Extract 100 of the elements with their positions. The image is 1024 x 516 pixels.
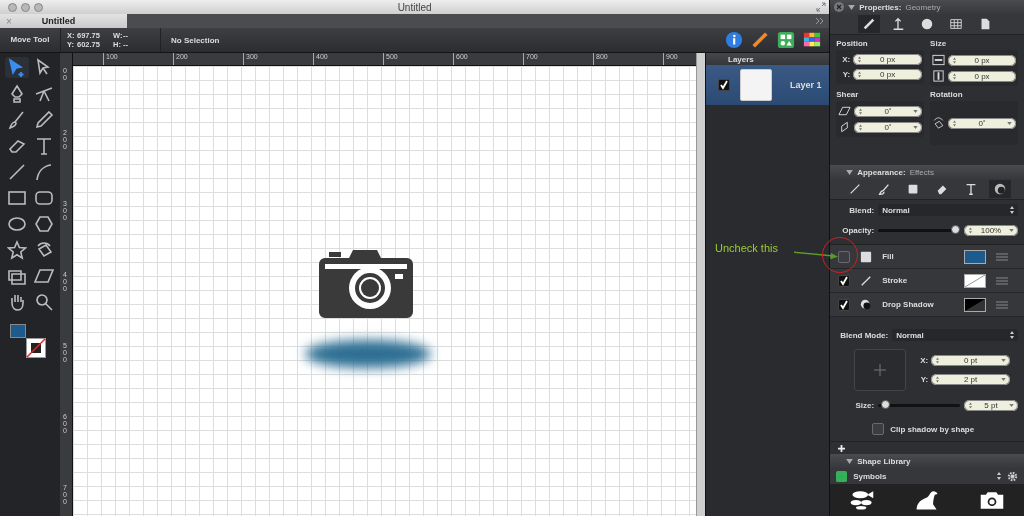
- blend-label: Blend:: [848, 205, 875, 215]
- document-tab[interactable]: × Untitled: [0, 14, 127, 28]
- effect-name: Drop Shadow: [882, 300, 935, 309]
- effect-color-swatch[interactable]: [964, 273, 986, 288]
- section-title: Shape Library: [857, 456, 911, 466]
- settings-icon[interactable]: [1007, 470, 1018, 482]
- fullscreen-icon[interactable]: [816, 2, 827, 12]
- layer-name: Layer 1: [790, 80, 822, 90]
- fill-color-swatch[interactable]: [10, 324, 26, 338]
- stepper-icon[interactable]: [997, 472, 1001, 480]
- offset-y-label: Y:: [919, 375, 929, 384]
- slider-thumb[interactable]: [950, 224, 960, 234]
- x-field[interactable]: 0 px: [853, 54, 923, 65]
- add-pointer-icon[interactable]: [4, 57, 29, 78]
- layer-thumbnail: [740, 69, 772, 101]
- size-label: Size: [930, 39, 948, 48]
- section-subtitle: Effects: [909, 167, 934, 177]
- camera-icon[interactable]: [978, 490, 1005, 510]
- shear-label: Shear: [836, 90, 860, 99]
- scroll-bar[interactable]: [696, 53, 705, 516]
- stroke-color-swatch[interactable]: [26, 338, 46, 358]
- horizontal-shear-icon: [838, 105, 852, 117]
- drag-handle-icon[interactable]: [996, 252, 1008, 261]
- slider-thumb[interactable]: [881, 399, 891, 409]
- tab-title: Untitled: [41, 16, 76, 26]
- rotation-label: Rotation: [930, 90, 964, 99]
- close-panel-button[interactable]: [834, 2, 845, 12]
- effect-checkbox[interactable]: [838, 250, 851, 263]
- window-title: Untitled: [397, 1, 432, 13]
- drawing-canvas[interactable]: [73, 66, 696, 516]
- layer-visibility-checkbox[interactable]: [718, 79, 730, 91]
- annotation-arrow: [794, 249, 838, 259]
- sphere-tab-icon[interactable]: [988, 180, 1011, 198]
- caret-icon[interactable]: [1001, 359, 1006, 362]
- slash-icon: [860, 274, 873, 287]
- rotation-field[interactable]: 0˚: [948, 117, 1016, 129]
- caret-icon[interactable]: [913, 125, 919, 129]
- size-label: Size:: [854, 400, 875, 410]
- effect-color-swatch[interactable]: [964, 249, 986, 264]
- effect-row[interactable]: Stroke: [830, 269, 1024, 293]
- opacity-label: Opacity:: [841, 225, 875, 235]
- caret-icon[interactable]: [1009, 403, 1014, 407]
- effect-checkbox[interactable]: [838, 274, 851, 287]
- current-tool-label: Move Tool: [0, 28, 61, 52]
- height-field[interactable]: 0 px: [948, 70, 1016, 82]
- opacity-field[interactable]: 100%: [964, 224, 1018, 236]
- fish-icon[interactable]: [849, 490, 876, 510]
- opacity-slider[interactable]: [878, 228, 960, 232]
- star-icon[interactable]: [4, 239, 29, 260]
- ruler-icon[interactable]: [751, 31, 770, 49]
- caret-icon[interactable]: [1007, 121, 1012, 125]
- add-icon[interactable]: [838, 444, 846, 452]
- collapse-triangle-icon[interactable]: [846, 169, 854, 175]
- offset-x-field[interactable]: 0 pt: [931, 355, 1010, 366]
- clip-checkbox[interactable]: [872, 423, 885, 435]
- caret-icon[interactable]: [913, 109, 919, 113]
- info-icon[interactable]: [725, 31, 744, 49]
- x-label: X:: [841, 55, 851, 64]
- width-icon: [932, 54, 946, 66]
- collapse-triangle-icon[interactable]: [846, 458, 854, 464]
- effect-row[interactable]: Drop Shadow: [830, 293, 1024, 317]
- effect-checkbox[interactable]: [838, 298, 851, 311]
- vertical-shear-field[interactable]: 0˚: [854, 121, 923, 133]
- drag-handle-icon[interactable]: [996, 276, 1008, 285]
- effect-name: Fill: [882, 252, 895, 261]
- crosshair-icon: [874, 364, 887, 376]
- size-field[interactable]: 5 pt: [964, 399, 1018, 411]
- stepper-icon[interactable]: [1010, 206, 1014, 214]
- effect-row[interactable]: Fill: [830, 245, 1024, 269]
- y-label: Y:: [841, 70, 851, 79]
- layer-row[interactable]: Layer 1: [706, 65, 830, 105]
- gradient-square-icon: [860, 250, 873, 263]
- collapse-triangle-icon[interactable]: [848, 4, 856, 10]
- clip-label: Clip shadow by shape: [890, 424, 975, 434]
- pencil-tab-icon[interactable]: [858, 15, 881, 33]
- blend-select[interactable]: Normal: [878, 204, 1018, 216]
- horizontal-shear-field[interactable]: 0˚: [854, 105, 923, 117]
- shapes-icon[interactable]: [777, 31, 796, 49]
- drag-handle-icon[interactable]: [996, 300, 1008, 309]
- caret-icon[interactable]: [1001, 378, 1006, 381]
- rotation-icon: [932, 117, 946, 129]
- blend-mode-select[interactable]: Normal: [892, 329, 1018, 341]
- section-title: Appearance:: [857, 167, 906, 177]
- width-field[interactable]: 0 px: [948, 54, 1016, 66]
- position-label: Position: [836, 39, 869, 48]
- offset-x-label: X:: [919, 356, 929, 365]
- panel-subtitle: Geometry: [905, 2, 941, 12]
- caret-icon[interactable]: [1009, 228, 1014, 232]
- selection-status: No Selection: [170, 35, 221, 45]
- blend-mode-label: Blend Mode:: [840, 330, 889, 340]
- offset-y-field[interactable]: 2 pt: [931, 374, 1010, 385]
- annotation-text: Uncheck this: [715, 242, 778, 254]
- stepper-icon[interactable]: [1010, 331, 1014, 339]
- y-field[interactable]: 0 px: [853, 69, 923, 80]
- layers-title: Layers: [728, 54, 754, 64]
- effect-color-swatch[interactable]: [964, 297, 986, 312]
- size-slider[interactable]: [878, 403, 960, 407]
- panel-title: Properties:: [859, 2, 902, 12]
- color-grid-icon[interactable]: [803, 31, 822, 49]
- height-icon: [932, 70, 946, 82]
